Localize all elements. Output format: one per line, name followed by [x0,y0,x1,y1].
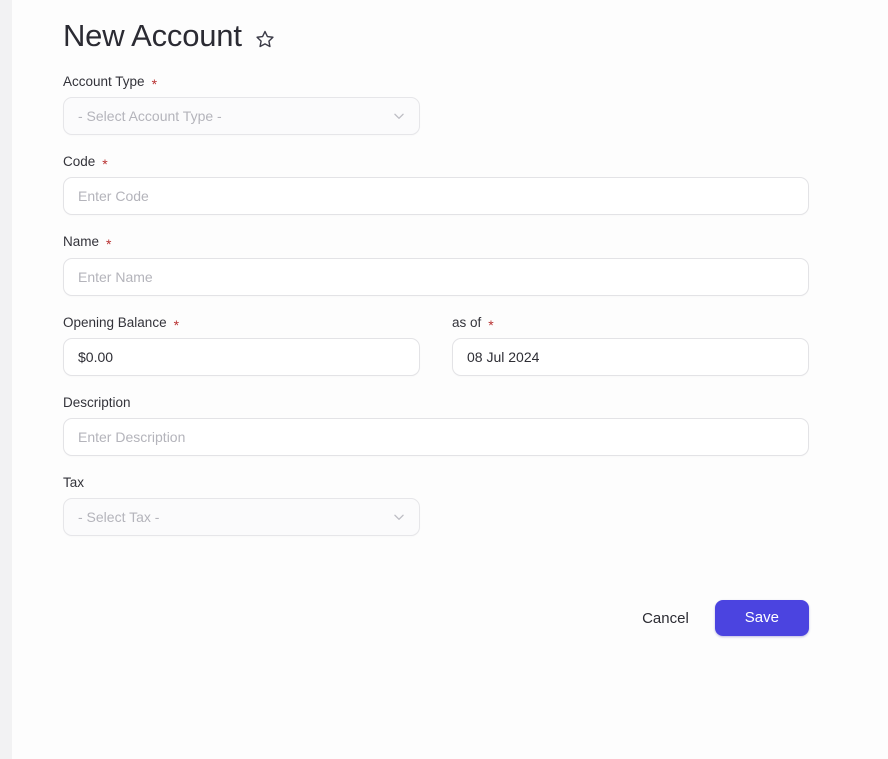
form-actions: Cancel Save [63,600,809,636]
account-type-value: - Select Account Type - [78,108,222,124]
field-description: Description Enter Description [63,395,888,456]
label-code: Code * [63,154,888,170]
field-code: Code * Enter Code [63,154,888,215]
label-name: Name * [63,234,888,250]
label-account-type: Account Type * [63,74,888,90]
page-root: New Account Account Type * - Select Acco… [0,0,888,759]
account-type-select[interactable]: - Select Account Type - [63,97,420,135]
cancel-button[interactable]: Cancel [638,605,693,632]
required-asterisk: * [488,318,493,332]
name-value: Enter Name [78,269,153,285]
label-as-of: as of * [452,315,809,331]
description-input[interactable]: Enter Description [63,418,809,456]
page-title: New Account [63,19,242,53]
code-value: Enter Code [78,188,149,204]
label-text: Code [63,154,95,170]
field-name: Name * Enter Name [63,234,888,295]
as-of-date-input[interactable]: 08 Jul 2024 [452,338,809,376]
star-outline-icon[interactable] [254,28,276,50]
account-form: Account Type * - Select Account Type - C… [12,56,888,636]
balance-row: Opening Balance * $0.00 as of * 08 Jul 2… [63,315,888,376]
required-asterisk: * [102,157,107,171]
description-value: Enter Description [78,429,185,445]
field-tax: Tax - Select Tax - [63,475,888,536]
tax-select[interactable]: - Select Tax - [63,498,420,536]
required-asterisk: * [152,77,157,91]
label-text: Description [63,395,131,411]
as-of-value: 08 Jul 2024 [467,349,539,365]
tax-value: - Select Tax - [78,509,159,525]
label-text: Account Type [63,74,145,90]
form-panel: New Account Account Type * - Select Acco… [12,0,888,759]
opening-balance-value: $0.00 [78,349,113,365]
page-header: New Account [12,0,888,56]
label-description: Description [63,395,888,411]
label-text: Tax [63,475,84,491]
label-tax: Tax [63,475,888,491]
label-text: as of [452,315,481,331]
name-input[interactable]: Enter Name [63,258,809,296]
field-as-of: as of * 08 Jul 2024 [452,315,809,376]
left-gutter [0,0,12,759]
code-input[interactable]: Enter Code [63,177,809,215]
required-asterisk: * [106,237,111,251]
field-opening-balance: Opening Balance * $0.00 [63,315,420,376]
opening-balance-input[interactable]: $0.00 [63,338,420,376]
field-account-type: Account Type * - Select Account Type - [63,74,888,135]
label-text: Name [63,234,99,250]
chevron-down-icon [391,509,407,525]
required-asterisk: * [174,318,179,332]
chevron-down-icon [391,108,407,124]
save-button[interactable]: Save [715,600,809,636]
label-opening-balance: Opening Balance * [63,315,420,331]
label-text: Opening Balance [63,315,167,331]
